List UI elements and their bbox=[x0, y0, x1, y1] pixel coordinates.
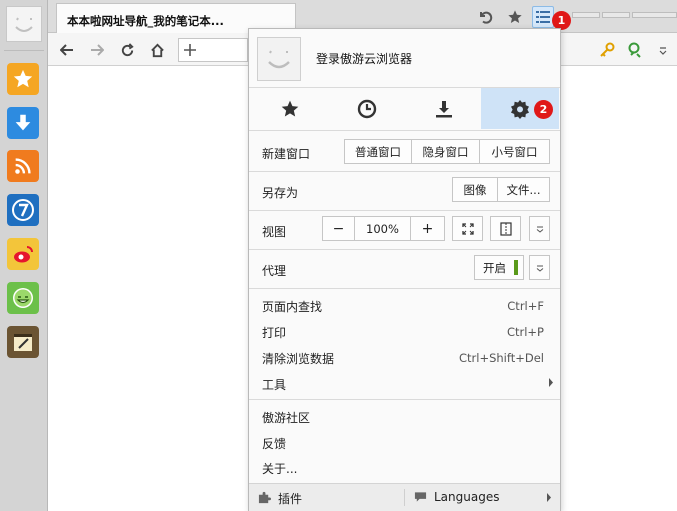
save-file-button[interactable]: 文件... bbox=[498, 177, 550, 202]
tools-label: 工具 bbox=[262, 378, 287, 392]
clear-data-shortcut: Ctrl+Shift+Del bbox=[459, 351, 544, 365]
download-icon[interactable] bbox=[7, 107, 39, 139]
mini-window-button[interactable]: 小号窗口 bbox=[480, 139, 550, 164]
undo-close-tab-icon[interactable] bbox=[474, 6, 496, 28]
refresh-icon[interactable] bbox=[116, 39, 138, 61]
login-label[interactable]: 登录傲游云浏览器 bbox=[316, 50, 412, 67]
maximize-button[interactable] bbox=[602, 12, 630, 18]
print-item[interactable]: 打印 Ctrl+P bbox=[249, 319, 560, 343]
private-window-button[interactable]: 隐身窗口 bbox=[412, 139, 480, 164]
languages-label: Languages bbox=[434, 490, 500, 504]
divider bbox=[249, 210, 560, 211]
home-icon[interactable] bbox=[146, 39, 168, 61]
zoom-in-button[interactable]: + bbox=[411, 216, 445, 241]
seven-icon[interactable] bbox=[7, 194, 39, 226]
divider bbox=[249, 171, 560, 172]
find-in-page-label: 页面内查找 bbox=[262, 300, 323, 314]
rss-icon[interactable] bbox=[7, 150, 39, 182]
clock-icon bbox=[357, 99, 376, 118]
puzzle-icon bbox=[258, 491, 271, 504]
sidebar bbox=[0, 0, 48, 511]
forward-arrow-icon[interactable] bbox=[86, 39, 108, 61]
save-as-label: 另存为 bbox=[262, 186, 299, 200]
chevron-down-icon bbox=[536, 265, 543, 272]
favorite-star-icon[interactable] bbox=[504, 6, 526, 28]
submenu-arrow-icon bbox=[548, 378, 554, 387]
main-menu: 登录傲游云浏览器 2 新建窗口 普通窗口 隐身窗口 小号窗口 另存为 图像 文件… bbox=[248, 28, 561, 511]
close-window-button[interactable] bbox=[632, 12, 677, 18]
proxy-state: 开启 bbox=[483, 260, 506, 275]
print-shortcut: Ctrl+P bbox=[506, 325, 544, 339]
view-label: 视图 bbox=[262, 225, 287, 239]
step-badge-2: 2 bbox=[534, 100, 553, 119]
zoom-out-button[interactable]: − bbox=[322, 216, 355, 241]
plugins-button[interactable]: 插件 bbox=[249, 484, 404, 511]
submenu-arrow-icon bbox=[546, 493, 552, 502]
smiley-icon[interactable] bbox=[7, 282, 39, 314]
proxy-toggle[interactable]: 开启 bbox=[474, 255, 524, 280]
feedback-item[interactable]: 反馈 bbox=[249, 430, 560, 454]
normal-window-button[interactable]: 普通窗口 bbox=[344, 139, 412, 164]
main-menu-button[interactable] bbox=[532, 6, 554, 28]
split-view-icon bbox=[499, 221, 512, 236]
about-item[interactable]: 关于... bbox=[249, 456, 560, 480]
divider bbox=[249, 249, 560, 250]
speech-bubble-icon bbox=[414, 491, 427, 503]
weibo-icon[interactable] bbox=[7, 238, 39, 270]
new-window-label: 新建窗口 bbox=[262, 147, 311, 161]
notes-icon[interactable] bbox=[7, 326, 39, 358]
view-more-dropdown[interactable] bbox=[529, 216, 550, 241]
address-dropdown-icon[interactable] bbox=[652, 39, 674, 61]
languages-button[interactable]: Languages bbox=[405, 484, 560, 511]
clear-data-label: 清除浏览数据 bbox=[262, 352, 335, 366]
find-in-page-item[interactable]: 页面内查找 Ctrl+F bbox=[249, 293, 560, 317]
find-shortcut: Ctrl+F bbox=[507, 299, 544, 313]
account-avatar[interactable] bbox=[257, 37, 301, 81]
reader-search-icon[interactable] bbox=[624, 39, 646, 61]
gear-icon bbox=[511, 99, 529, 119]
split-view-button[interactable] bbox=[490, 216, 521, 241]
about-label: 关于... bbox=[262, 462, 298, 476]
menu-footer: 插件 Languages bbox=[249, 483, 560, 511]
print-label: 打印 bbox=[262, 326, 287, 340]
back-arrow-icon[interactable] bbox=[56, 39, 78, 61]
clear-browsing-data-item[interactable]: 清除浏览数据 Ctrl+Shift+Del bbox=[249, 345, 560, 369]
minimize-button[interactable] bbox=[572, 12, 600, 18]
star-icon bbox=[281, 100, 298, 116]
feedback-label: 反馈 bbox=[262, 437, 287, 451]
add-icon[interactable] bbox=[183, 43, 197, 57]
tab-title: 本本啦网址导航_我的笔记本... bbox=[67, 14, 224, 28]
chevron-down-icon bbox=[536, 226, 543, 233]
fullscreen-icon bbox=[461, 222, 474, 235]
proxy-label: 代理 bbox=[262, 264, 287, 278]
divider bbox=[249, 399, 560, 400]
tools-item[interactable]: 工具 bbox=[249, 371, 560, 395]
menu-account-header[interactable]: 登录傲游云浏览器 bbox=[249, 29, 560, 87]
sidebar-divider bbox=[4, 50, 44, 51]
proxy-on-indicator bbox=[514, 260, 518, 275]
community-item[interactable]: 傲游社区 bbox=[249, 404, 560, 428]
proxy-dropdown[interactable] bbox=[529, 255, 550, 280]
download-arrow-icon bbox=[435, 100, 452, 117]
downloads-button[interactable] bbox=[405, 88, 482, 129]
favorites-icon[interactable] bbox=[7, 63, 39, 95]
address-bar[interactable] bbox=[178, 38, 248, 62]
avatar[interactable] bbox=[6, 6, 42, 42]
community-label: 傲游社区 bbox=[262, 411, 311, 425]
divider bbox=[249, 130, 560, 131]
zoom-level[interactable]: 100% bbox=[355, 216, 411, 241]
plugins-label: 插件 bbox=[278, 492, 303, 506]
history-button[interactable] bbox=[328, 88, 405, 129]
save-image-button[interactable]: 图像 bbox=[452, 177, 498, 202]
fullscreen-button[interactable] bbox=[452, 216, 483, 241]
key-icon[interactable] bbox=[596, 39, 618, 61]
divider bbox=[249, 288, 560, 289]
favorites-button[interactable] bbox=[251, 88, 328, 129]
